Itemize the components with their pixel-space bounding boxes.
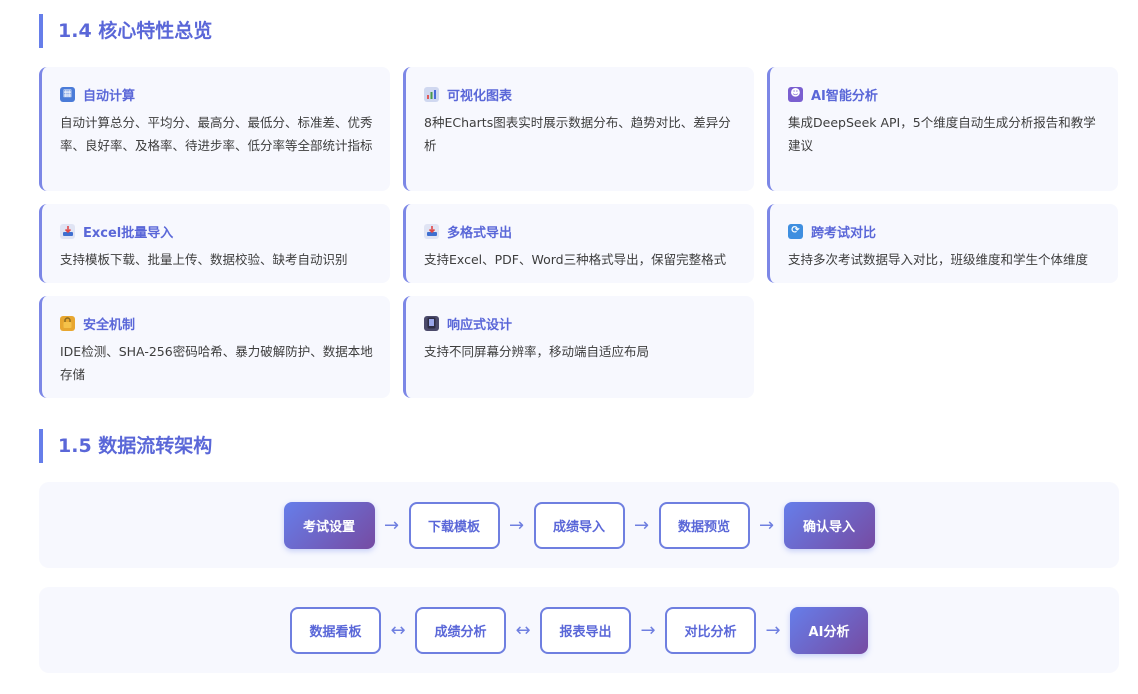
flow-step-compare-analysis: 对比分析 — [665, 606, 756, 654]
flow-step-exam-setup: 考试设置 — [283, 501, 375, 549]
inbox-tray-icon — [60, 223, 75, 239]
flow-diagram-analysis: 数据看板 ↔ 成绩分析 ↔ 报表导出 → 对比分析 → AI分析 — [39, 587, 1119, 673]
arrow-bidirectional-icon: ↔ — [515, 619, 531, 641]
robot-icon: ☻ — [788, 86, 803, 102]
calculator-icon: ▦ — [60, 86, 75, 102]
flow-step-ai-analysis: AI分析 — [790, 606, 868, 654]
feature-card-desc: 自动计算总分、平均分、最高分、最低分、标准差、优秀率、良好率、及格率、待进步率、… — [60, 115, 373, 153]
feature-card-multi-export: 多格式导出 支持Excel、PDF、Word三种格式导出，保留完整格式 — [403, 204, 754, 283]
arrow-right-icon: → — [765, 619, 781, 641]
flow-step-data-preview: 数据预览 — [658, 501, 750, 549]
feature-card-title: 跨考试对比 — [811, 225, 877, 241]
feature-card-desc: IDE检测、SHA-256密码哈希、暴力破解防护、数据本地存储 — [60, 344, 373, 382]
arrow-right-icon: → — [383, 514, 400, 536]
arrow-right-icon: → — [508, 514, 525, 536]
arrow-right-icon: → — [758, 514, 775, 536]
bar-chart-icon — [424, 86, 439, 102]
feature-card-security: 安全机制 IDE检测、SHA-256密码哈希、暴力破解防护、数据本地存储 — [39, 296, 390, 398]
feature-card-title: 可视化图表 — [447, 88, 513, 104]
feature-card-title: AI智能分析 — [811, 88, 878, 104]
feature-card-ai-analysis: ☻ AI智能分析 集成DeepSeek API，5个维度自动生成分析报告和教学建… — [767, 67, 1118, 191]
arrow-right-icon: → — [633, 514, 650, 536]
feature-card-desc: 支持模板下载、批量上传、数据校验、缺考自动识别 — [60, 252, 348, 267]
arrow-right-icon: → — [640, 619, 656, 641]
feature-card-title: 响应式设计 — [447, 317, 513, 333]
feature-card-desc: 支持多次考试数据导入对比，班级维度和学生个体维度 — [788, 252, 1089, 267]
flow-diagram-import: 考试设置 → 下载模板 → 成绩导入 → 数据预览 → 确认导入 — [39, 482, 1119, 568]
inbox-tray-icon — [424, 223, 439, 239]
feature-card-desc: 支持不同屏幕分辨率，移动端自适应布局 — [424, 344, 650, 359]
flow-step-score-analysis: 成绩分析 — [415, 606, 506, 654]
mobile-phone-icon — [424, 315, 439, 331]
feature-card-title: Excel批量导入 — [83, 225, 174, 241]
feature-card-auto-calc: ▦ 自动计算 自动计算总分、平均分、最高分、最低分、标准差、优秀率、良好率、及格… — [39, 67, 390, 191]
feature-card-desc: 集成DeepSeek API，5个维度自动生成分析报告和教学建议 — [788, 115, 1096, 153]
feature-card-responsive: 响应式设计 支持不同屏幕分辨率，移动端自适应布局 — [403, 296, 754, 398]
feature-card-cross-exam: ⟳ 跨考试对比 支持多次考试数据导入对比，班级维度和学生个体维度 — [767, 204, 1118, 283]
feature-card-desc: 8种ECharts图表实时展示数据分布、趋势对比、差异分析 — [424, 115, 731, 153]
flow-step-score-import: 成绩导入 — [533, 501, 625, 549]
lock-icon — [60, 315, 75, 331]
section-title-features: 1.4 核心特性总览 — [39, 14, 212, 48]
arrow-bidirectional-icon: ↔ — [390, 619, 406, 641]
flow-step-report-export: 报表导出 — [540, 606, 631, 654]
feature-card-title: 自动计算 — [83, 88, 136, 104]
refresh-icon: ⟳ — [788, 223, 803, 239]
feature-card-title: 多格式导出 — [447, 225, 513, 241]
flow-step-dashboard: 数据看板 — [290, 606, 381, 654]
section-title-data-flow: 1.5 数据流转架构 — [39, 429, 212, 463]
feature-card-excel-import: Excel批量导入 支持模板下载、批量上传、数据校验、缺考自动识别 — [39, 204, 390, 283]
flow-step-confirm-import: 确认导入 — [783, 501, 875, 549]
feature-card-title: 安全机制 — [83, 317, 136, 333]
feature-card-desc: 支持Excel、PDF、Word三种格式导出，保留完整格式 — [424, 252, 727, 267]
feature-card-visualization: 可视化图表 8种ECharts图表实时展示数据分布、趋势对比、差异分析 — [403, 67, 754, 191]
flow-step-download-template: 下载模板 — [408, 501, 500, 549]
